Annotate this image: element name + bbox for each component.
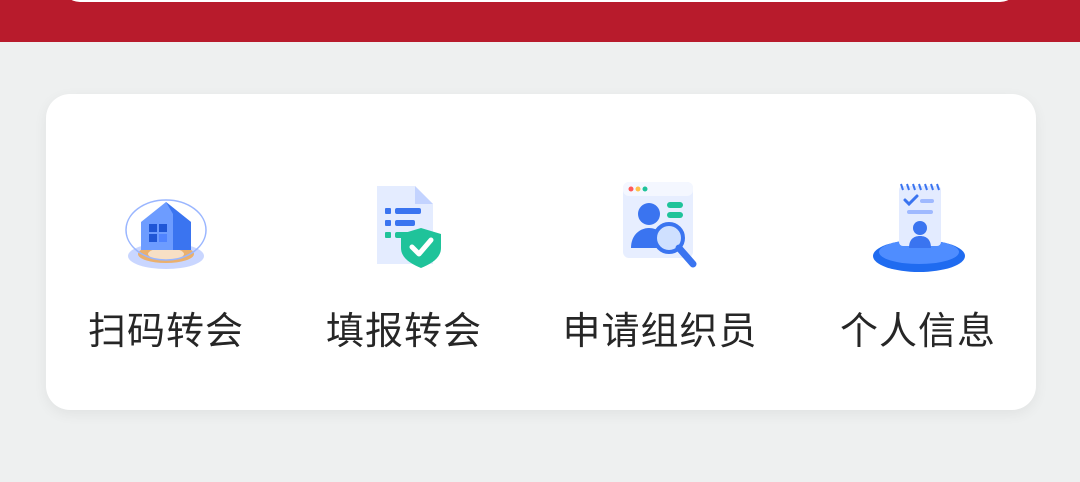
menu-item-label: 申请组织员 — [562, 309, 758, 353]
profile-search-icon — [605, 172, 715, 282]
personal-info-notebook-icon — [863, 172, 973, 282]
document-shield-check-icon — [349, 172, 459, 282]
quick-action-card: 扫码转会 填报转会 申请组织员 个人信息 — [46, 94, 1036, 410]
menu-item-personal-info[interactable]: 个人信息 — [798, 94, 1038, 410]
search-bar[interactable] — [62, 0, 1018, 2]
top-banner — [0, 0, 1080, 42]
menu-item-label: 个人信息 — [839, 309, 996, 353]
menu-item-apply-organizer[interactable]: 申请组织员 — [540, 94, 780, 410]
menu-item-label: 扫码转会 — [87, 309, 244, 353]
qr-scan-house-icon — [111, 172, 221, 282]
menu-item-fill-transfer[interactable]: 填报转会 — [284, 94, 524, 410]
menu-item-scan-transfer[interactable]: 扫码转会 — [46, 94, 286, 410]
menu-item-label: 填报转会 — [325, 309, 482, 353]
